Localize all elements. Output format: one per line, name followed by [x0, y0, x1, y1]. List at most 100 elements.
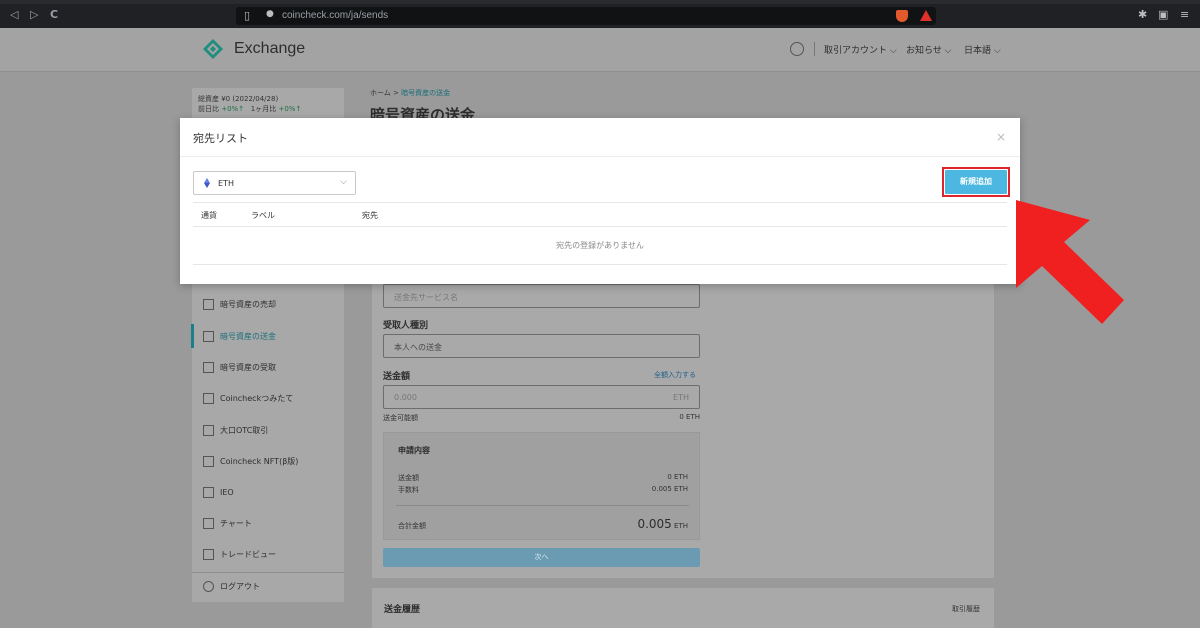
- ethereum-icon: [204, 178, 210, 188]
- address-bar[interactable]: ▯ ● coincheck.com/ja/sends: [236, 7, 936, 25]
- summary-amount-row: 送金額 0 ETH: [398, 473, 688, 483]
- coincheck-logo-icon[interactable]: [202, 38, 224, 60]
- sidebar-item-tradeview[interactable]: トレードビュー: [203, 546, 276, 562]
- browser-toolbar: ◁ ▷ C ▯ ● coincheck.com/ja/sends ✱ ▣ ≡: [0, 4, 1200, 28]
- history-title: 送金履歴: [384, 605, 421, 615]
- sidebar-item-ieo[interactable]: IEO: [203, 484, 234, 500]
- col-currency: 通貨: [201, 211, 217, 220]
- modal-header-divider: [180, 156, 1020, 157]
- empty-message: 宛先の登録がありません: [556, 241, 644, 250]
- sidebar-item-send[interactable]: 暗号資産の送金: [203, 328, 276, 344]
- day-change-label: 前日比: [198, 105, 219, 113]
- recipient-type-select[interactable]: 本人への送金: [383, 334, 700, 358]
- address-list-modal: 宛先リスト × ETH ⌵ 新規追加 通貨 ラベル 宛先 宛先の登録がありません: [180, 118, 1020, 284]
- send-history-card: 送金履歴 取引履歴: [372, 588, 994, 628]
- header-divider: [814, 42, 815, 56]
- logo-text[interactable]: Exchange: [234, 40, 305, 58]
- sidebar-item-label: 暗号資産の送金: [220, 331, 276, 341]
- sidebar-item-logout[interactable]: ログアウト: [203, 578, 260, 594]
- col-label: ラベル: [251, 211, 275, 220]
- back-icon[interactable]: ◁: [10, 8, 18, 21]
- sidebar-item-nft[interactable]: Coincheck NFT(β版): [203, 453, 298, 469]
- summary-total-label: 合計金額: [398, 522, 426, 530]
- lock-icon: ●: [266, 9, 274, 19]
- chart-bars-icon: [203, 392, 214, 404]
- annotation-arrow-icon: [1016, 200, 1124, 324]
- sidebar-item-receive[interactable]: 暗号資産の受取: [203, 359, 276, 375]
- summary-amount-label: 送金額: [398, 474, 419, 482]
- col-address: 宛先: [362, 211, 378, 220]
- language-menu[interactable]: 日本語 ⌵: [964, 43, 1001, 56]
- month-change-value: +0%↑: [278, 105, 302, 113]
- sidebar-item-tsumitate[interactable]: Coincheckつみたて: [203, 390, 293, 406]
- sidebar-item-label: 大口OTC取引: [220, 425, 269, 435]
- menu-icon[interactable]: ≡: [1180, 8, 1189, 21]
- nft-icon: [203, 455, 214, 467]
- table-header-divider: [193, 226, 1007, 227]
- sidebar-item-label: Coincheck NFT(β版): [220, 456, 299, 466]
- sell-icon: [203, 298, 214, 310]
- logout-icon: [203, 580, 214, 592]
- service-select[interactable]: 送金先サービス名: [383, 284, 700, 308]
- next-button[interactable]: 次へ: [383, 548, 700, 567]
- chart-icon: [203, 517, 214, 529]
- forward-icon[interactable]: ▷: [30, 8, 38, 21]
- news-menu[interactable]: お知らせ ⌵: [906, 43, 952, 56]
- brave-rewards-icon[interactable]: [920, 10, 932, 21]
- summary-fee-value: 0.005 ETH: [651, 485, 688, 493]
- help-icon[interactable]: [790, 42, 804, 56]
- summary-total-value: 0.005: [637, 517, 672, 531]
- summary-fee-row: 手数料 0.005 ETH: [398, 485, 688, 495]
- currency-value: ETH: [218, 178, 234, 188]
- summary-title: 申請内容: [398, 446, 430, 455]
- brave-shield-icon[interactable]: [896, 10, 908, 22]
- summary-total-unit: ETH: [674, 522, 688, 530]
- table-bottom-divider: [193, 264, 1007, 265]
- amount-label: 送金額: [383, 372, 411, 382]
- summary-amount-value: 0 ETH: [667, 473, 688, 481]
- balance-summary: 総資産 ¥0 (2022/04/28) 前日比 +0%↑ 1ヶ月比 +0%↑: [198, 94, 301, 114]
- sidebar-item-label: 暗号資産の売却: [220, 299, 276, 309]
- sidebar-item-label: ログアウト: [220, 581, 260, 591]
- summary-box: 申請内容 送金額 0 ETH 手数料 0.005 ETH 合計金額 0.005 ETH: [383, 432, 700, 540]
- reload-icon[interactable]: C: [50, 8, 58, 21]
- amount-all-link[interactable]: 全額入力する: [654, 370, 696, 380]
- tradeview-icon: [203, 548, 214, 560]
- total-assets-date: (2022/04/28): [232, 95, 279, 103]
- wallet-icon[interactable]: ▣: [1158, 8, 1168, 21]
- breadcrumb: ホーム > 暗号資産の送金: [370, 88, 450, 98]
- summary-fee-label: 手数料: [398, 486, 419, 494]
- send-icon: [203, 330, 214, 342]
- sidebar-divider: [192, 572, 344, 573]
- active-indicator: [191, 324, 194, 348]
- currency-select[interactable]: ETH ⌵: [193, 171, 356, 195]
- table-divider: [193, 202, 1007, 203]
- sidebar-item-label: 暗号資産の受取: [220, 362, 276, 372]
- modal-title: 宛先リスト: [193, 132, 248, 145]
- account-menu[interactable]: 取引アカウント ⌵: [824, 43, 897, 56]
- amount-unit: ETH: [673, 393, 689, 402]
- month-change-label: 1ヶ月比: [250, 105, 277, 113]
- recipient-type-label: 受取人種別: [383, 321, 429, 331]
- chevron-down-icon: ⌵: [340, 177, 347, 187]
- extensions-icon[interactable]: ✱: [1138, 8, 1147, 21]
- summary-total-row: 合計金額 0.005 ETH: [398, 517, 688, 531]
- history-link[interactable]: 取引履歴: [952, 604, 980, 614]
- available-label: 送金可能額: [383, 414, 418, 422]
- sidebar-item-chart[interactable]: チャート: [203, 515, 252, 531]
- amount-placeholder: 0.000: [394, 393, 417, 402]
- add-address-button[interactable]: 新規追加: [945, 170, 1007, 194]
- amount-input[interactable]: 0.000 ETH: [383, 385, 700, 409]
- breadcrumb-current: 暗号資産の送金: [401, 89, 451, 97]
- qr-icon: [203, 361, 214, 373]
- url-text[interactable]: coincheck.com/ja/sends: [282, 10, 388, 21]
- sidebar-item-label: チャート: [220, 518, 252, 528]
- sidebar-item-label: トレードビュー: [220, 549, 276, 559]
- sidebar-item-sell[interactable]: 暗号資産の売却: [203, 296, 276, 312]
- breadcrumb-home[interactable]: ホーム >: [370, 89, 399, 97]
- day-change-value: +0%↑: [221, 105, 245, 113]
- close-icon[interactable]: ×: [996, 130, 1006, 144]
- sidebar-item-otc[interactable]: 大口OTC取引: [203, 422, 268, 438]
- ieo-icon: [203, 486, 214, 498]
- bookmark-icon[interactable]: ▯: [244, 9, 250, 22]
